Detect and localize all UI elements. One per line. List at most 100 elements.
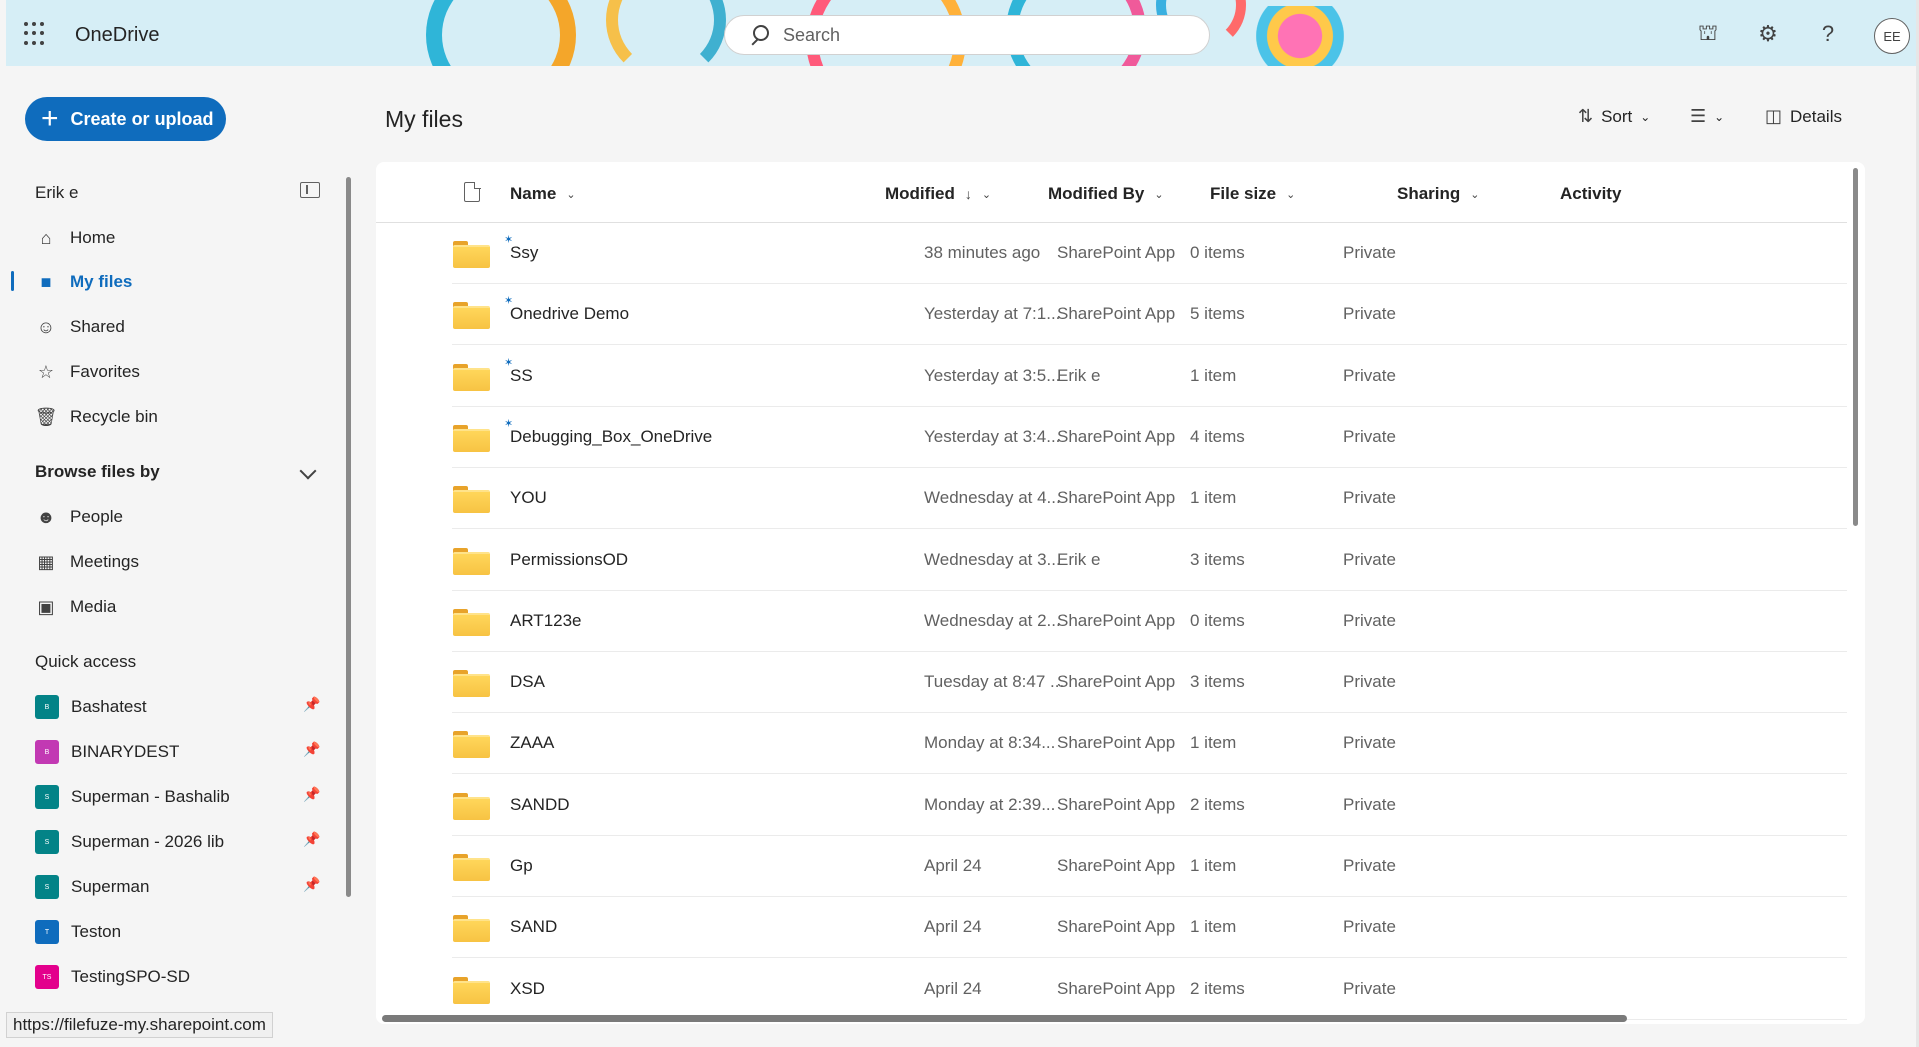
modified-by-cell[interactable]: SharePoint App	[1057, 917, 1175, 937]
create-or-upload-button[interactable]: + Create or upload	[25, 97, 226, 141]
user-name: Erik e	[35, 183, 79, 202]
nav-item-people[interactable]: ☻ People	[35, 500, 325, 534]
nav-item-recycle-bin[interactable]: 🗑 Recycle bin	[35, 400, 325, 434]
vertical-scrollbar[interactable]	[1853, 168, 1858, 526]
settings-icon[interactable]: ⚙	[1754, 20, 1782, 48]
sharing-cell[interactable]: Private	[1343, 917, 1396, 937]
avatar[interactable]: EE	[1874, 18, 1910, 54]
table-row[interactable]: ART123e Wednesday at 2... SharePoint App 0 …	[452, 591, 1847, 652]
pin-icon[interactable]: 📌	[303, 876, 320, 893]
quick-access-item-binarydest[interactable]: B BINARYDEST	[35, 735, 325, 769]
table-row[interactable]: ✶ SS Yesterday at 3:5... Erik e1 item Privat…	[452, 346, 1847, 407]
table-row[interactable]: YOU Wednesday at 4... SharePoint App 1 item…	[452, 468, 1847, 530]
app-launcher-icon[interactable]	[24, 22, 48, 46]
search-input[interactable]: Search	[783, 25, 840, 46]
table-row[interactable]: ✶ Onedrive Demo Yesterday at 7:1... SharePo…	[452, 284, 1847, 346]
file-name[interactable]: DSA	[510, 672, 545, 692]
file-name[interactable]: SS	[510, 366, 533, 386]
table-row[interactable]: DSA Tuesday at 8:47 ... SharePoint App 3 it…	[452, 652, 1847, 714]
modified-by-cell[interactable]: SharePoint App	[1057, 427, 1175, 447]
app-title[interactable]: OneDrive	[75, 24, 159, 47]
nav-item-meetings[interactable]: ▦ Meetings	[35, 545, 325, 579]
modified-by-cell[interactable]: SharePoint App	[1057, 304, 1175, 324]
sharing-cell[interactable]: Private	[1343, 733, 1396, 753]
file-name[interactable]: ART123e	[510, 611, 582, 631]
file-name[interactable]: SANDD	[510, 795, 570, 815]
table-row[interactable]: Gp April 24 SharePoint App 1 item Private	[452, 836, 1847, 897]
nav-item-label: Shared	[70, 317, 125, 336]
feedback-icon[interactable]: ⛫	[1694, 20, 1722, 48]
modified-by-cell[interactable]: SharePoint App	[1057, 488, 1175, 508]
view-options-button[interactable]: ☰ ⌄	[1690, 106, 1724, 127]
modified-by-cell[interactable]: SharePoint App	[1057, 611, 1175, 631]
file-name[interactable]: PermissionsOD	[510, 550, 628, 570]
quick-access-item-superman-2026-lib[interactable]: S Superman - 2026 lib	[35, 825, 325, 859]
chevron-down-icon[interactable]	[299, 462, 317, 480]
details-button[interactable]: ◫ Details	[1765, 106, 1842, 127]
column-header-sharing[interactable]: Sharing ⌄	[1397, 184, 1480, 204]
nav-item-label: People	[70, 507, 123, 526]
sharing-cell[interactable]: Private	[1343, 611, 1396, 631]
horizontal-scrollbar[interactable]	[382, 1015, 1627, 1022]
quick-access-item-superman[interactable]: S Superman	[35, 870, 325, 904]
sharing-cell[interactable]: Private	[1343, 979, 1396, 999]
file-name[interactable]: Onedrive Demo	[510, 304, 629, 324]
table-row[interactable]: XSD April 24 SharePoint App 2 items Private	[452, 959, 1847, 1020]
modified-by-cell[interactable]: Erik e	[1057, 550, 1100, 570]
sharing-cell[interactable]: Private	[1343, 550, 1396, 570]
file-name[interactable]: Gp	[510, 856, 533, 876]
quick-access-item-teston[interactable]: T Teston	[35, 915, 325, 949]
quick-access-item-bashatest[interactable]: B Bashatest	[35, 690, 325, 724]
sharing-cell[interactable]: Private	[1343, 856, 1396, 876]
modified-by-cell[interactable]: SharePoint App	[1057, 733, 1175, 753]
column-header-activity[interactable]: Activity	[1560, 184, 1621, 204]
modified-by-cell[interactable]: SharePoint App	[1057, 795, 1175, 815]
file-name[interactable]: ZAAA	[510, 733, 554, 753]
modified-by-cell[interactable]: SharePoint App	[1057, 672, 1175, 692]
sharing-cell[interactable]: Private	[1343, 366, 1396, 386]
sharing-cell[interactable]: Private	[1343, 672, 1396, 692]
quick-access-item-superman-bashalib[interactable]: S Superman - Bashalib	[35, 780, 325, 814]
pin-icon[interactable]: 📌	[303, 786, 320, 803]
quick-access-item-testingspo-sd[interactable]: TS TestingSPO-SD	[35, 960, 325, 994]
column-header-modified-by[interactable]: Modified By ⌄	[1048, 184, 1164, 204]
sharing-cell[interactable]: Private	[1343, 304, 1396, 324]
table-row[interactable]: ZAAA Monday at 8:34... SharePoint App 1 ite…	[452, 713, 1847, 775]
sharing-cell[interactable]: Private	[1343, 427, 1396, 447]
table-row[interactable]: ✶ Debugging_Box_OneDrive Yesterday at 3:4.…	[452, 407, 1847, 468]
table-row[interactable]: ✶ Ssy 38 minutes ago SharePoint App 0 items P…	[452, 223, 1847, 284]
file-name[interactable]: SAND	[510, 917, 557, 937]
nav-item-home[interactable]: ⌂ Home	[35, 221, 325, 255]
file-name[interactable]: Ssy	[510, 243, 538, 263]
column-header-name[interactable]: Name ⌄	[510, 184, 576, 204]
sharing-cell[interactable]: Private	[1343, 795, 1396, 815]
sort-button[interactable]: ⇅ Sort ⌄	[1578, 106, 1650, 127]
file-type-icon[interactable]	[464, 181, 481, 202]
table-row[interactable]: PermissionsOD Wednesday at 3... Erik e 3 it…	[452, 530, 1847, 591]
nav-item-my-files[interactable]: ■ My files	[35, 265, 325, 299]
column-header-file-size[interactable]: File size ⌄	[1210, 184, 1295, 204]
nav-item-media[interactable]: ▣ Media	[35, 590, 325, 624]
modified-by-cell[interactable]: SharePoint App	[1057, 856, 1175, 876]
nav-item-shared[interactable]: ☺ Shared	[35, 310, 325, 344]
table-row[interactable]: SAND April 24 SharePoint App 1 item Private	[452, 897, 1847, 959]
nav-item-favorites[interactable]: ☆ Favorites	[35, 355, 325, 389]
pin-icon[interactable]: 📌	[303, 696, 320, 713]
nav-scrollbar[interactable]	[346, 177, 351, 897]
modified-by-cell[interactable]: SharePoint App	[1057, 243, 1175, 263]
search-box[interactable]: Search	[724, 15, 1210, 55]
modified-by-cell[interactable]: SharePoint App	[1057, 979, 1175, 999]
sharing-cell[interactable]: Private	[1343, 488, 1396, 508]
column-header-modified[interactable]: Modified ↓ ⌄	[885, 184, 991, 204]
table-row[interactable]: SANDD Monday at 2:39... SharePoint App 2 it…	[452, 775, 1847, 836]
browse-files-heading[interactable]: Browse files by	[35, 462, 160, 482]
collapse-nav-icon[interactable]	[300, 182, 320, 198]
pin-icon[interactable]: 📌	[303, 831, 320, 848]
modified-by-cell[interactable]: Erik e	[1057, 366, 1100, 386]
file-name[interactable]: XSD	[510, 979, 545, 999]
help-icon[interactable]: ?	[1814, 20, 1842, 48]
sharing-cell[interactable]: Private	[1343, 243, 1396, 263]
file-name[interactable]: YOU	[510, 488, 547, 508]
pin-icon[interactable]: 📌	[303, 741, 320, 758]
file-name[interactable]: Debugging_Box_OneDrive	[510, 427, 712, 447]
